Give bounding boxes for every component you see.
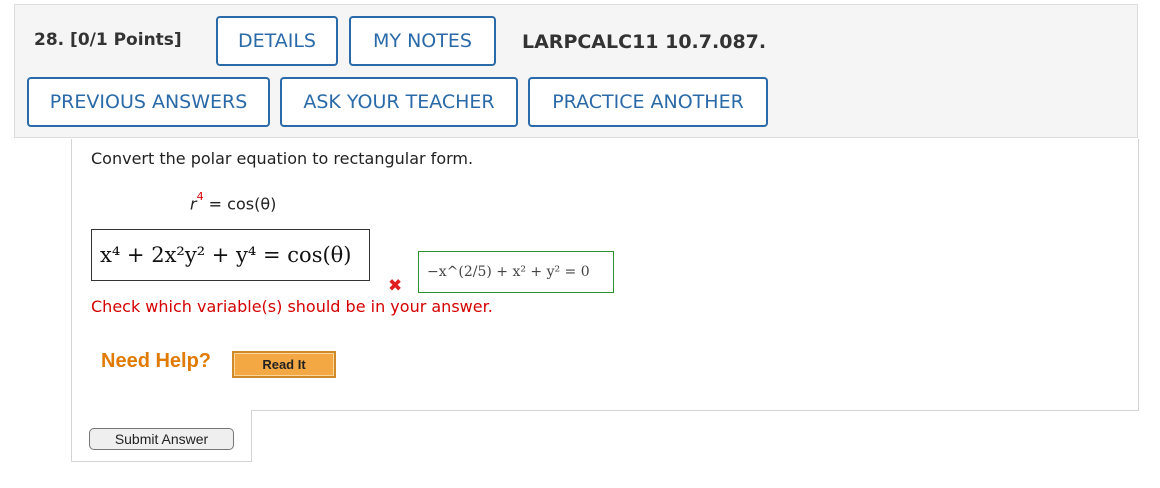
problem-prompt: Convert the polar equation to rectangula… (91, 149, 474, 168)
feedback-message: Check which variable(s) should be in you… (91, 297, 493, 316)
student-answer-text: x⁴ + 2x²y² + y⁴ = cos(θ) (100, 243, 352, 267)
details-button[interactable]: DETAILS (216, 16, 338, 66)
question-number: 28. (34, 30, 65, 50)
need-help-label: Need Help? (101, 350, 212, 372)
my-notes-button[interactable]: MY NOTES (349, 16, 496, 66)
equation-variable: r (190, 194, 197, 214)
wrong-icon: ✖ (388, 276, 403, 296)
question-number-points: 28. [0/1 Points] (34, 30, 182, 50)
question-reference: LARPCALC11 10.7.087. (522, 31, 767, 53)
answer-input[interactable]: x⁴ + 2x²y² + y⁴ = cos(θ) (91, 229, 370, 281)
correct-answer-box: −x^(2/5) + x² + y² = 0 (418, 251, 614, 293)
practice-another-button[interactable]: PRACTICE ANOTHER (528, 77, 768, 127)
previous-answers-button[interactable]: PREVIOUS ANSWERS (27, 77, 270, 127)
equation-rhs: = cos(θ) (203, 194, 277, 214)
correct-answer-text: −x^(2/5) + x² + y² = 0 (427, 264, 590, 280)
polar-equation: r4 = cos(θ) (190, 190, 277, 214)
equation-exponent: 4 (196, 190, 204, 203)
question-points: [0/1 Points] (70, 30, 182, 50)
ask-your-teacher-button[interactable]: ASK YOUR TEACHER (280, 77, 518, 127)
submit-answer-button[interactable]: Submit Answer (89, 428, 234, 450)
read-it-button[interactable]: Read It (232, 351, 336, 378)
